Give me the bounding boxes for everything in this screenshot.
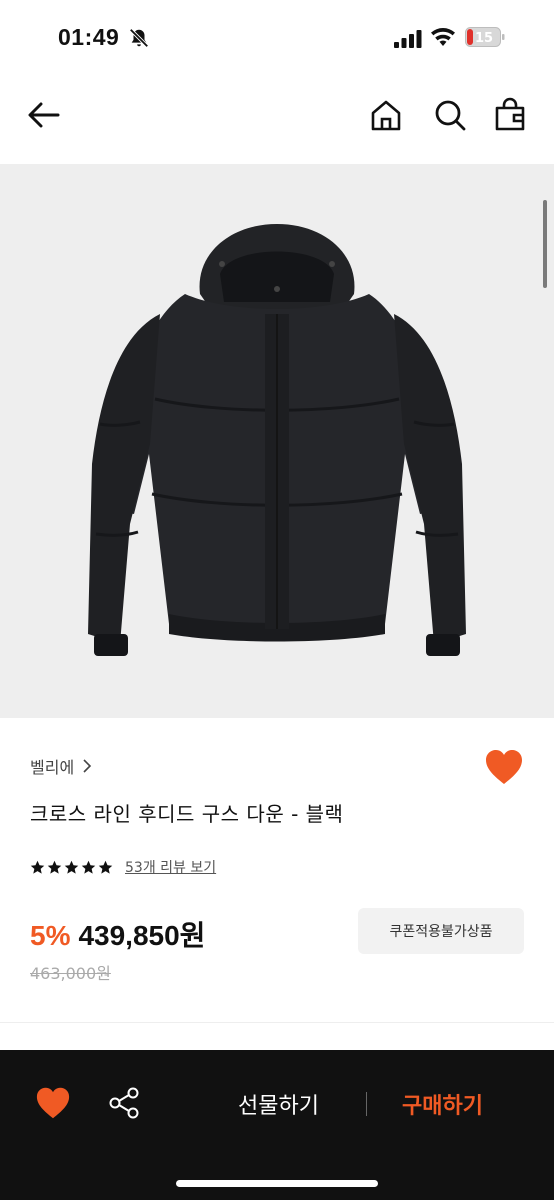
coupon-button[interactable]: 쿠폰적용불가상품: [358, 908, 524, 954]
wifi-icon: [431, 28, 455, 46]
sale-price: 439,850원: [78, 920, 206, 951]
share-icon[interactable]: [107, 1086, 141, 1120]
divider: [0, 1022, 554, 1023]
gift-button[interactable]: 선물하기: [238, 1088, 319, 1120]
star-icon: [47, 860, 62, 874]
back-arrow-icon[interactable]: [26, 97, 62, 133]
discount-rate: 5%: [30, 920, 71, 951]
cellular-signal-icon: [394, 30, 422, 48]
brand-name: 벨리에: [30, 758, 75, 777]
status-bar: 01:49 15: [0, 0, 554, 76]
product-image[interactable]: [0, 164, 554, 718]
star-icon: [81, 860, 96, 874]
heart-icon[interactable]: [484, 748, 524, 786]
search-icon[interactable]: [432, 97, 468, 133]
battery-icon: 15: [465, 27, 505, 47]
bell-muted-icon: [129, 28, 149, 48]
star-icon: [30, 860, 45, 874]
bottom-action-bar: 선물하기 구매하기: [0, 1050, 554, 1200]
brand-link[interactable]: 벨리에: [30, 754, 92, 778]
battery-level: 15: [475, 31, 493, 46]
product-title: 크로스 라인 후디드 구스 다운 - 블랙: [30, 802, 344, 826]
home-indicator: [176, 1180, 378, 1187]
shopping-bag-icon[interactable]: [492, 97, 528, 133]
status-time: 01:49: [58, 24, 120, 50]
scroll-indicator[interactable]: [543, 200, 547, 288]
star-icon: [98, 860, 113, 874]
star-icon: [64, 860, 79, 874]
rating-row: 53개 리뷰 보기: [30, 857, 216, 877]
button-separator: [366, 1092, 367, 1116]
down-jacket-illustration: [88, 224, 466, 656]
top-navigation: [0, 76, 554, 164]
rating-stars: [30, 860, 113, 875]
original-price: 463,000원: [30, 964, 111, 983]
price-row: 5% 439,850원: [30, 914, 205, 954]
buy-button[interactable]: 구매하기: [402, 1088, 483, 1120]
review-link[interactable]: 53개 리뷰 보기: [125, 857, 216, 877]
chevron-right-icon: [83, 759, 92, 773]
like-heart-icon[interactable]: [35, 1086, 71, 1120]
home-icon[interactable]: [368, 97, 404, 133]
